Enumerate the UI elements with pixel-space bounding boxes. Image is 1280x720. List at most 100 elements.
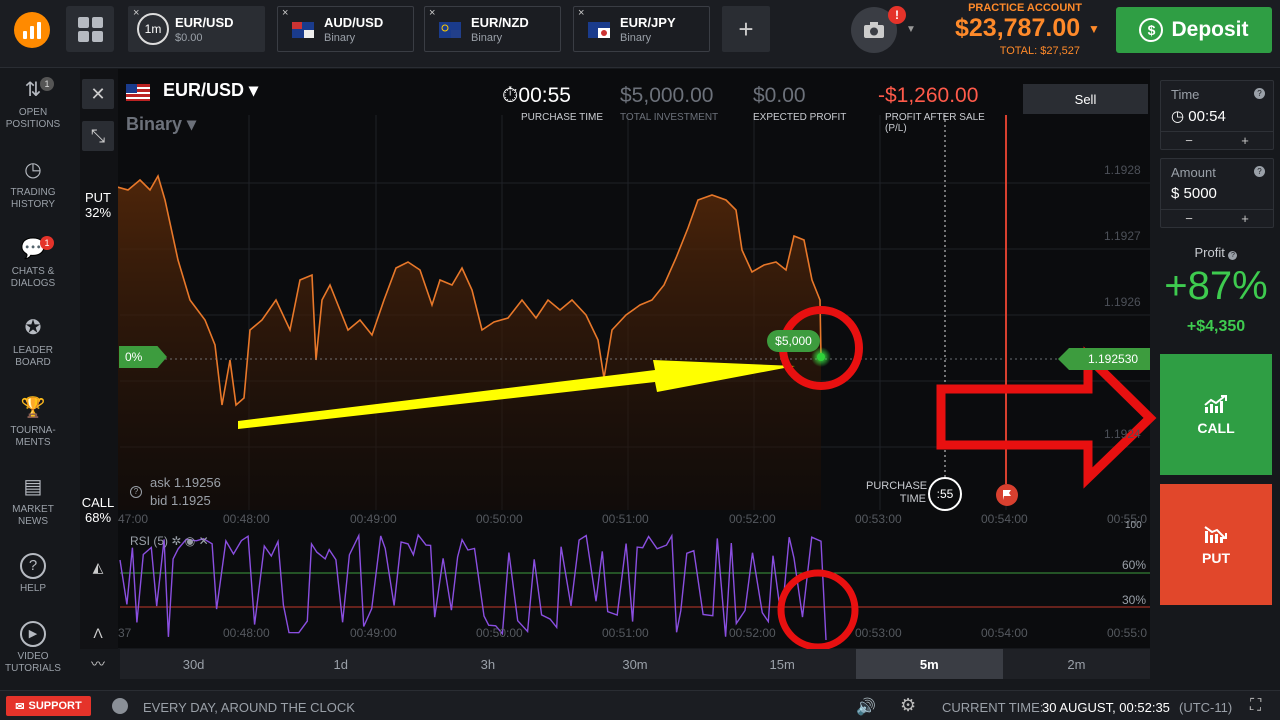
expected-profit-stat: $0.00 EXPECTED PROFIT <box>753 84 846 123</box>
settings-icon[interactable]: ✲ <box>171 534 181 548</box>
put-sentiment: PUT 32% <box>80 190 116 220</box>
profit-label: Profit ? <box>1158 245 1274 260</box>
phone-icon[interactable] <box>112 698 128 714</box>
amount-minus-button[interactable]: − <box>1161 210 1217 227</box>
ask-price: ask 1.19256 <box>150 475 221 490</box>
time-minus-button[interactable]: − <box>1161 132 1217 149</box>
y-tick: 1.1924 <box>1104 427 1141 441</box>
zero-percent-tag: 0% <box>119 346 167 368</box>
x-tick: 00:53:00 <box>855 626 902 640</box>
rsi-line <box>119 532 827 641</box>
indicators-icon[interactable]: Ʌ <box>82 618 114 648</box>
y-tick: 1.1928 <box>1104 163 1141 177</box>
close-icon[interactable]: ✕ <box>199 534 209 548</box>
eye-icon[interactable]: ◉ <box>185 534 195 548</box>
purchase-time-stat: ⏱00:55 PURCHASE TIME <box>502 84 603 123</box>
option-type-selector[interactable]: Binary ▾ <box>126 114 196 135</box>
x-tick: 00:48:00 <box>223 626 270 640</box>
support-label: SUPPORT <box>28 700 82 712</box>
purchase-time-value: 00:55 <box>518 84 571 107</box>
gear-icon[interactable]: ⚙ <box>900 695 916 716</box>
period-30m[interactable]: 30m <box>561 649 708 679</box>
current-price-tag: 1.192530 <box>1058 348 1150 370</box>
bid-price: bid 1.1925 <box>150 493 211 508</box>
chart-type-icon[interactable]: ◭ <box>82 552 114 582</box>
time-value: 00:54 <box>1188 108 1226 125</box>
investment-tag[interactable]: $5,000 <box>767 330 820 352</box>
call-button-label: CALL <box>1197 419 1235 436</box>
entry-point-marker <box>817 353 825 361</box>
purchase-label-line1: PURCHASE <box>866 480 928 492</box>
countdown-timer: :55 <box>928 477 962 511</box>
total-investment-value: $5,000.00 <box>620 84 714 107</box>
amount-label: Amount <box>1171 165 1216 180</box>
expected-profit-value: $0.00 <box>753 84 806 107</box>
chart-tools: ✕ ⤡ ◭ Ʌ 〰 <box>80 69 118 672</box>
option-type-label: Binary <box>126 114 183 134</box>
rsi-indicator-header: RSI (5) ✲ ◉ ✕ <box>130 534 209 548</box>
sell-button[interactable]: Sell <box>1023 84 1148 114</box>
price-area <box>110 176 821 510</box>
y-tick: 1.1926 <box>1104 295 1141 309</box>
put-button[interactable]: PUT <box>1160 484 1272 605</box>
y-tick: 1.1927 <box>1104 229 1141 243</box>
timezone-label: (UTC-11) <box>1179 700 1233 715</box>
help-icon[interactable]: ? <box>1254 166 1265 177</box>
period-3h[interactable]: 3h <box>414 649 561 679</box>
call-button[interactable]: CALL <box>1160 354 1272 475</box>
profit-amount: +$4,350 <box>1186 318 1246 335</box>
x-tick: 00:49:00 <box>350 512 397 526</box>
period-30d[interactable]: 30d <box>120 649 267 679</box>
profit-label-text: Profit <box>1194 245 1225 260</box>
support-button[interactable]: ✉ SUPPORT <box>6 696 91 716</box>
current-time-label: CURRENT TIME: <box>942 700 1044 715</box>
red-arrow-annotation <box>936 346 1157 489</box>
call-sentiment: CALL 68% <box>80 495 116 525</box>
close-chart-button[interactable]: ✕ <box>82 79 114 109</box>
red-circle-rsi-annotation <box>777 569 859 651</box>
profit-after-sale-value: -$1,260.00 <box>878 84 979 107</box>
x-tick: 47:00 <box>118 512 149 526</box>
amount-field[interactable]: $ 5000 <box>1171 185 1217 202</box>
finish-flag-icon <box>996 484 1018 506</box>
period-2m[interactable]: 2m <box>1003 649 1150 679</box>
x-tick: 00:50:00 <box>476 512 523 526</box>
purchase-label-line2: TIME <box>899 493 926 505</box>
current-time-value: 30 AUGUST, 00:52:35 <box>1042 700 1170 715</box>
call-sentiment-label: CALL <box>81 495 115 510</box>
fullscreen-icon[interactable]: ⛶ <box>1250 697 1261 715</box>
volume-icon[interactable]: 🔊 <box>856 697 876 717</box>
x-tick: 00:54:00 <box>981 512 1028 526</box>
help-icon[interactable]: ? <box>130 486 142 498</box>
x-tick: 00:48:00 <box>223 512 270 526</box>
chart-up-icon <box>1204 394 1227 413</box>
x-tick: 00:51:00 <box>602 512 649 526</box>
expiry-time-box: Time ? ◷ 00:54 − + <box>1160 80 1274 150</box>
stopwatch-icon-value: ⏱00:55 <box>502 84 571 107</box>
help-icon[interactable]: ? <box>1254 88 1265 99</box>
put-sentiment-pct: 32% <box>84 205 112 220</box>
drawing-tools-icon[interactable]: 〰 <box>82 649 114 679</box>
expected-profit-label: EXPECTED PROFIT <box>753 112 847 123</box>
period-5m[interactable]: 5m <box>855 649 1003 679</box>
pair-name: EUR/USD <box>163 80 245 100</box>
put-button-label: PUT <box>1202 549 1230 566</box>
chart-down-icon <box>1204 525 1227 543</box>
x-tick: 00:53:00 <box>855 512 902 526</box>
ask-bid-info: ask 1.19256 bid 1.1925 <box>150 474 221 510</box>
amount-plus-button[interactable]: + <box>1217 210 1273 227</box>
period-1d[interactable]: 1d <box>267 649 414 679</box>
period-15m[interactable]: 15m <box>709 649 856 679</box>
time-field[interactable]: ◷ 00:54 <box>1171 107 1226 125</box>
time-label: Time <box>1171 87 1200 102</box>
put-sentiment-label: PUT <box>85 190 111 205</box>
rsi-level-low: 30% <box>1122 593 1147 607</box>
pair-selector[interactable]: EUR/USD ▾ <box>163 80 258 101</box>
x-tick: 00:50:00 <box>476 626 523 640</box>
collapse-icon[interactable]: ⤡ <box>82 121 114 151</box>
x-tick: 37 <box>118 626 132 640</box>
help-icon[interactable]: ? <box>1228 251 1238 260</box>
time-plus-button[interactable]: + <box>1217 132 1273 149</box>
support-hours: EVERY DAY, AROUND THE CLOCK <box>143 700 355 715</box>
rsi-level-top: 100 <box>1125 520 1142 531</box>
